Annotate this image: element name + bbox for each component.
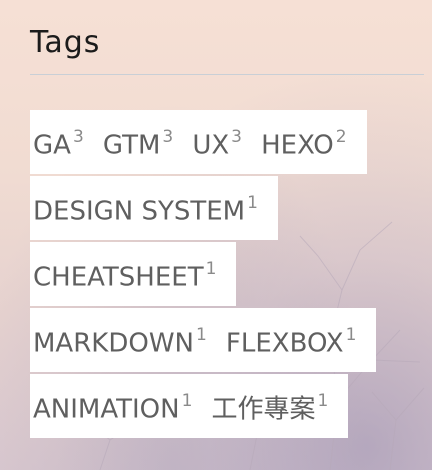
- tag-name: 工作專案: [211, 394, 316, 425]
- tag-row: CHEATSHEET 1: [30, 242, 430, 306]
- tag-link-ga[interactable]: GA 3: [33, 110, 84, 175]
- tag-link-flexbox[interactable]: FLEXBOX 1: [226, 308, 357, 373]
- tag-row: GA 3 GTM 3 UX 3 HEXO 2: [30, 110, 430, 174]
- tag-name: CHEATSHEET: [33, 262, 204, 293]
- tag-list: GA 3 GTM 3 UX 3 HEXO 2 DESIGN SYSTEM 1 CHEATS…: [30, 110, 430, 440]
- tag-name: GA: [33, 130, 71, 161]
- tag-count: 1: [317, 391, 329, 411]
- tag-name: HEXO: [261, 130, 334, 161]
- tag-link-cheatsheet[interactable]: CHEATSHEET 1: [33, 242, 216, 307]
- tag-name: FLEXBOX: [225, 328, 344, 359]
- tag-link-animation[interactable]: ANIMATION 1: [33, 374, 192, 439]
- title-divider: [30, 74, 424, 75]
- tag-name: DESIGN SYSTEM: [33, 196, 246, 227]
- tag-count: 1: [205, 259, 217, 279]
- tag-count: 3: [72, 127, 84, 147]
- tag-count: 2: [335, 127, 347, 147]
- tag-count: 1: [247, 193, 258, 213]
- tag-name: GTM: [102, 130, 161, 161]
- tag-row: MARKDOWN 1 FLEXBOX 1: [30, 308, 430, 372]
- tag-count: 1: [195, 325, 207, 345]
- tag-link-design-system[interactable]: DESIGN SYSTEM 1: [33, 176, 258, 241]
- tag-row: DESIGN SYSTEM 1: [30, 176, 430, 240]
- tag-name: MARKDOWN: [33, 328, 194, 359]
- tag-row-background: GA 3 GTM 3 UX 3 HEXO 2: [30, 110, 367, 174]
- tag-link-ux[interactable]: UX 3: [192, 110, 242, 175]
- tag-count: 1: [181, 391, 193, 411]
- tag-row: ANIMATION 1 工作專案 1: [30, 374, 430, 438]
- tag-row-background: MARKDOWN 1 FLEXBOX 1: [30, 308, 377, 373]
- tag-name: UX: [192, 130, 230, 161]
- tag-link-markdown[interactable]: MARKDOWN 1: [33, 308, 207, 373]
- widget-title: Tags: [30, 25, 101, 60]
- tag-row-background: ANIMATION 1 工作專案 1: [30, 374, 349, 439]
- tag-name: ANIMATION: [33, 394, 180, 425]
- tag-link-work-projects[interactable]: 工作專案 1: [212, 374, 329, 439]
- tag-row-background: CHEATSHEET 1: [30, 242, 237, 307]
- tag-count: 3: [231, 127, 242, 147]
- tag-count: 3: [162, 127, 174, 147]
- tag-count: 1: [345, 325, 357, 345]
- tag-link-gtm[interactable]: GTM 3: [103, 110, 173, 175]
- tag-row-background: DESIGN SYSTEM 1: [30, 176, 278, 240]
- tag-link-hexo[interactable]: HEXO 2: [261, 110, 346, 175]
